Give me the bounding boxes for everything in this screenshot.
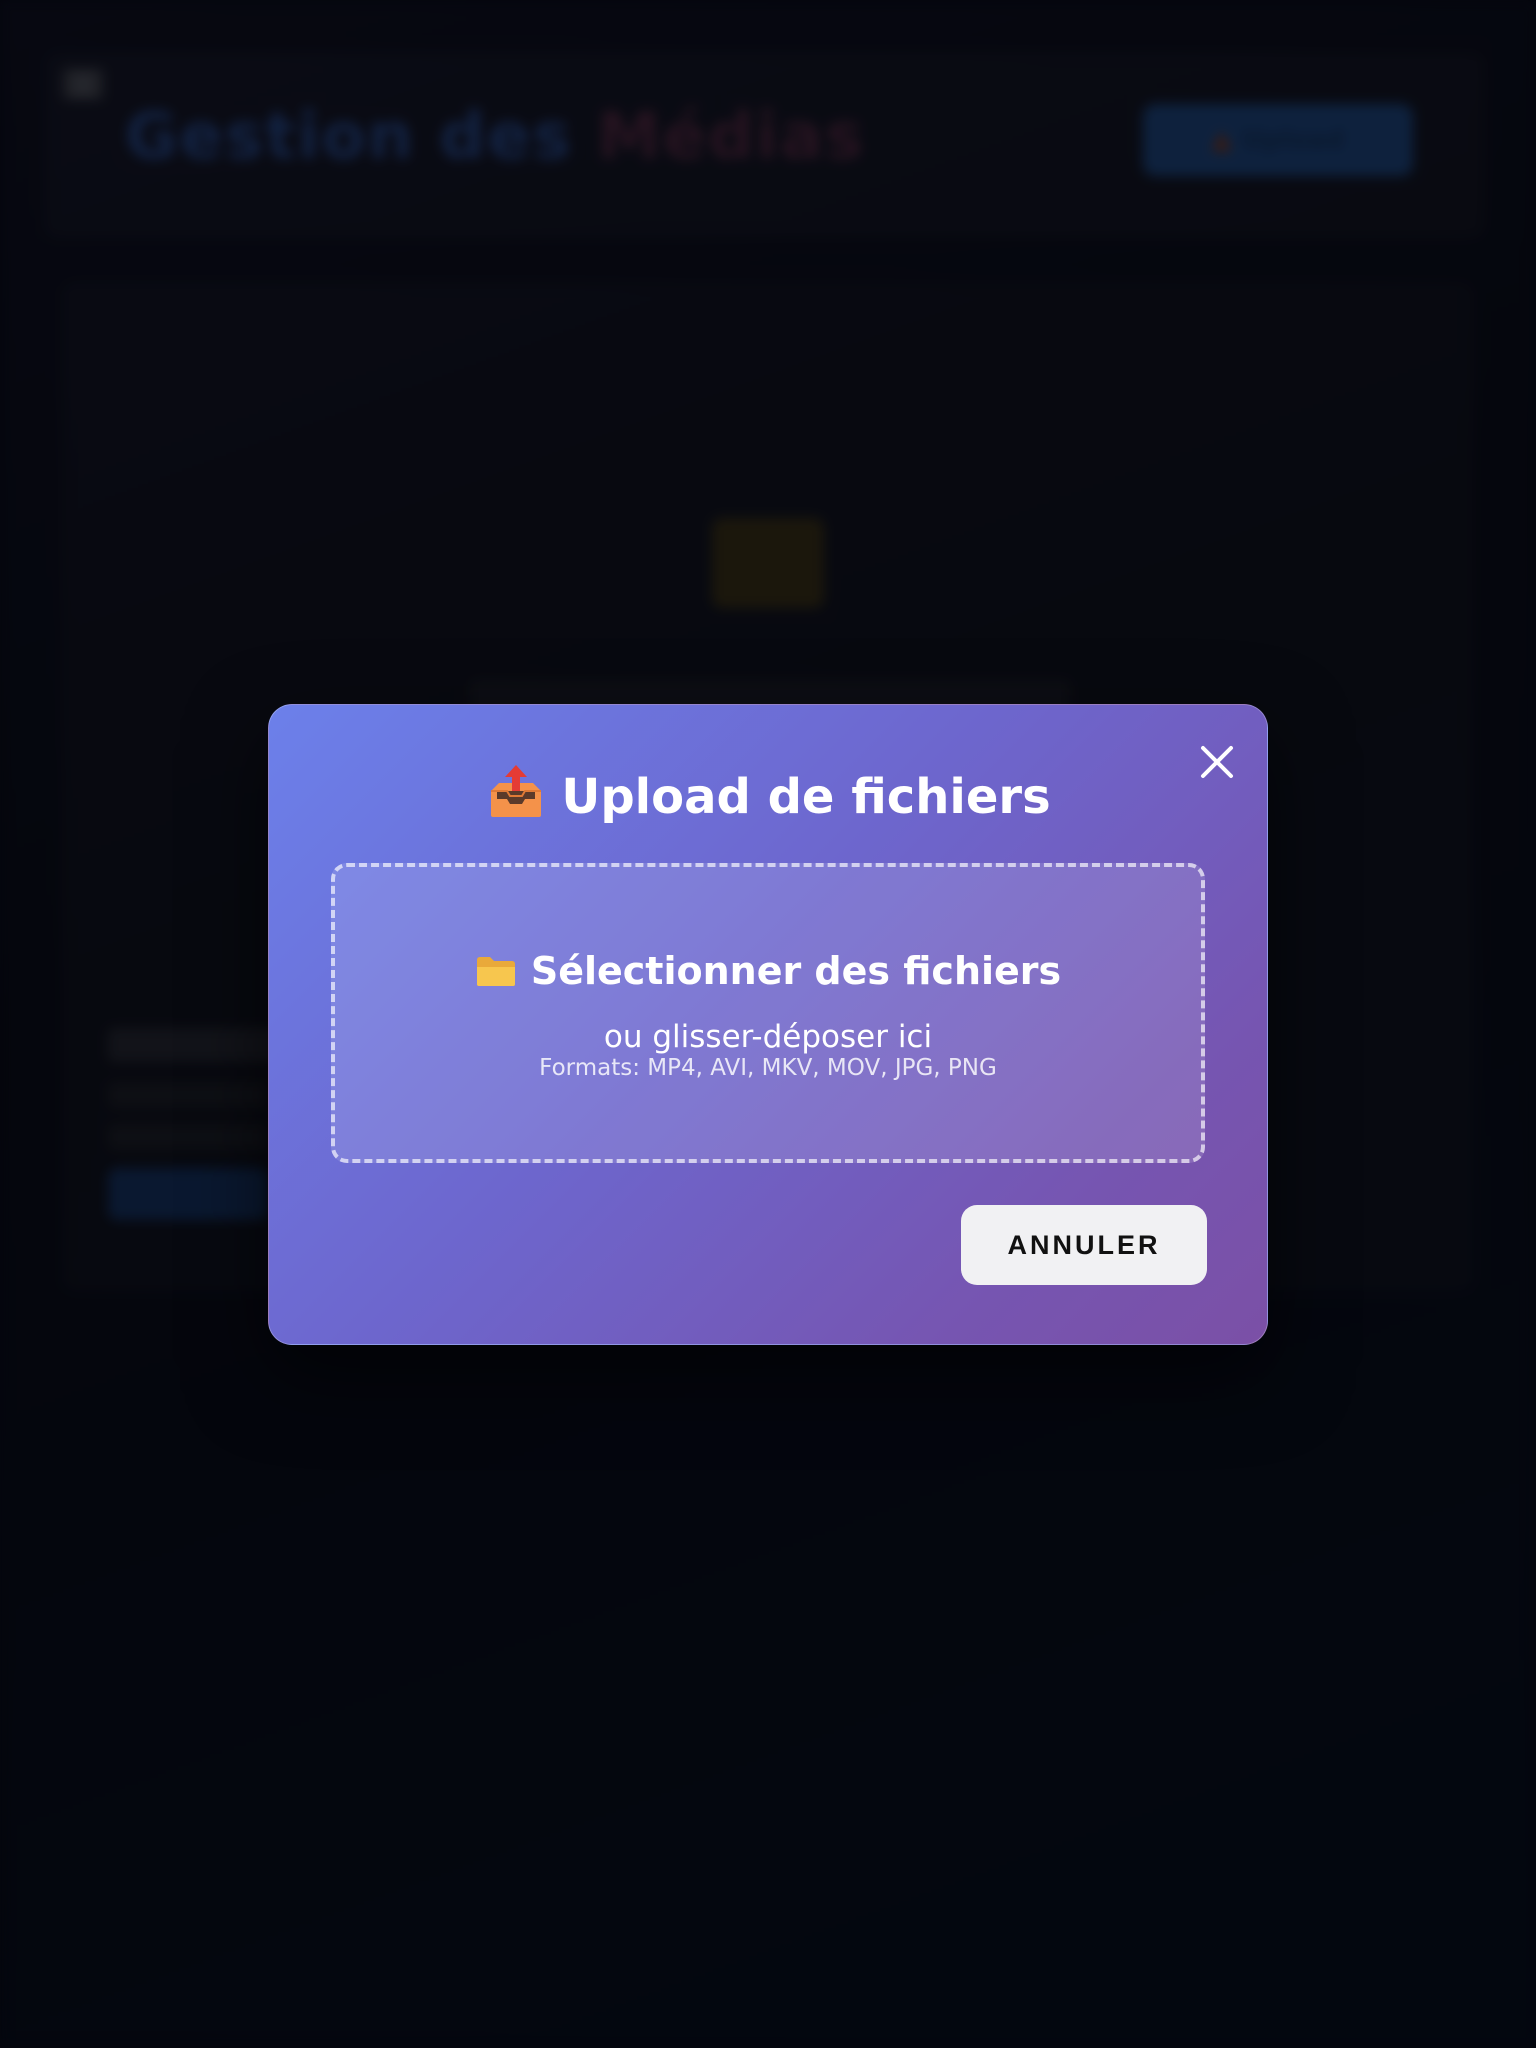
cancel-button[interactable]: ANNULER <box>961 1205 1207 1285</box>
supported-formats: Formats: MP4, AVI, MKV, MOV, JPG, PNG <box>539 1055 997 1081</box>
file-dropzone[interactable]: Sélectionner des fichiers ou glisser-dép… <box>331 863 1205 1163</box>
modal-title: Upload de fichiers <box>269 765 1269 831</box>
folder-icon <box>475 953 517 997</box>
select-files-label[interactable]: Sélectionner des fichiers <box>335 949 1201 997</box>
upload-modal: Upload de fichiers Sélectionner des fich… <box>268 704 1268 1345</box>
select-files-text: Sélectionner des fichiers <box>530 949 1062 993</box>
outbox-tray-icon <box>487 765 545 831</box>
drag-drop-hint: ou glisser-déposer ici <box>603 1019 933 1055</box>
modal-title-text: Upload de fichiers <box>561 769 1051 825</box>
